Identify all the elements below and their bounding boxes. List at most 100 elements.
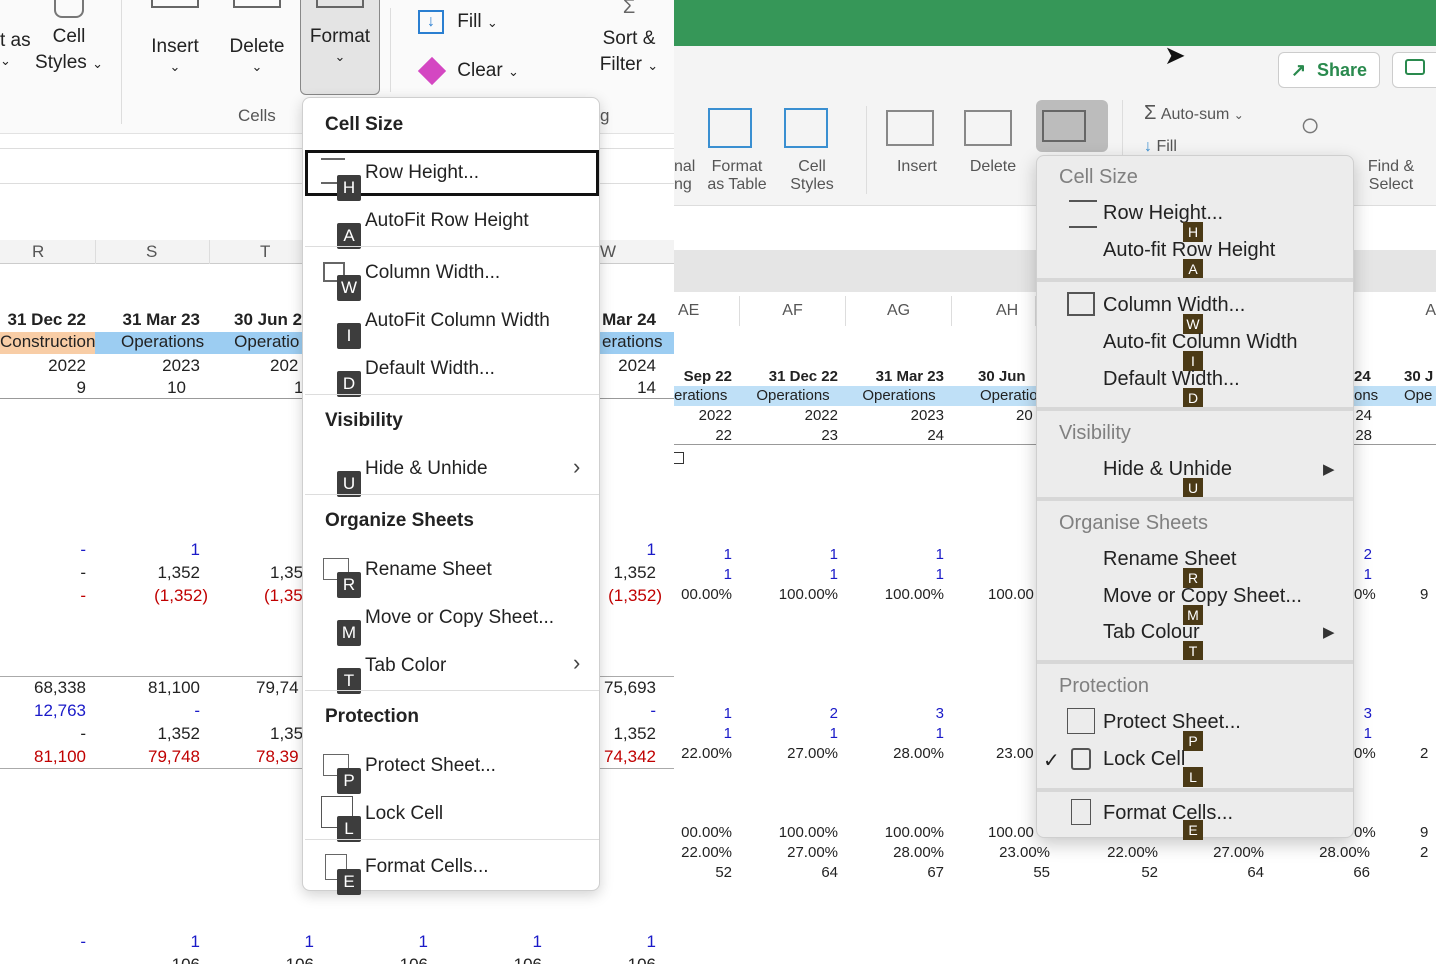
data-cell[interactable]: 28.00% [846,745,944,762]
data-cell[interactable]: 27.00% [740,844,838,861]
data-cell[interactable]: 27.00% [1166,844,1264,861]
data-cell[interactable]: 100.00% [846,586,944,603]
data-cell[interactable]: 1 [442,932,542,952]
data-cell[interactable]: (1,35 [264,586,303,606]
date-cell[interactable]: 31 Mar 23 [100,310,201,330]
cell-styles-button[interactable]: Cell Styles ⌄ [32,0,106,77]
data-cell[interactable]: 78,39 [256,747,302,767]
period-cell[interactable]: 24 [846,427,944,444]
data-cell[interactable]: 64 [1166,864,1264,881]
data-cell[interactable]: 55 [952,864,1050,881]
data-cell[interactable]: 1,352 [100,563,200,583]
data-cell[interactable]: - [0,540,86,560]
data-cell[interactable]: 28.00% [846,844,944,861]
data-cell[interactable]: 100.00 [952,586,1036,603]
column-header-s[interactable]: S [146,242,157,262]
year-cell[interactable]: 2023 [846,407,944,424]
data-cell[interactable]: - [0,932,86,952]
menu-item-tab-color[interactable]: Tab Color [365,655,446,677]
menu-item-column-width[interactable]: Column Width... [1103,294,1245,317]
data-cell[interactable]: 100.00% [740,586,838,603]
cell-styles-button[interactable]: Cell Styles [780,158,844,194]
period-cell[interactable]: 1 [294,378,303,398]
period-cell[interactable]: 10 [100,378,186,398]
period-cell[interactable]: 9 [0,378,86,398]
column-header-partial[interactable]: A [1380,296,1436,326]
data-cell[interactable]: 68,338 [0,678,86,698]
menu-item-move-copy-sheet[interactable]: Move or Copy Sheet... [365,607,554,629]
data-cell[interactable]: 3 [1354,705,1372,722]
column-header-ag[interactable]: AG [846,296,952,326]
data-cell[interactable]: 74,342 [600,747,656,767]
data-cell[interactable]: 2 [1420,844,1436,861]
period-cell[interactable]: 22 [674,427,732,444]
data-cell[interactable]: 1 [846,546,944,563]
phase-cell-operations[interactable]: Operations Operatio [95,332,302,354]
menu-item-rename-sheet[interactable]: Rename Sheet [365,559,492,581]
data-cell[interactable]: 100.00% [740,824,838,841]
date-cell[interactable]: 30 J [1404,368,1436,385]
data-cell[interactable]: 1 [674,725,732,742]
menu-item-autofit-row-height[interactable]: AutoFit Row Height [365,210,529,232]
date-cell[interactable]: 30 Jun [952,368,1036,385]
data-cell[interactable]: 1 [600,540,656,560]
data-cell[interactable]: 79,74 [256,678,302,698]
date-cell[interactable]: Mar 24 [600,310,656,330]
data-cell[interactable]: 0% [1354,745,1376,762]
menu-item-lock-cell[interactable]: Lock Cell [365,803,443,825]
data-cell[interactable]: 106 [100,955,200,964]
data-cell[interactable]: - [600,701,656,721]
menu-item-autofit-column-width[interactable]: AutoFit Column Width [365,310,550,332]
data-cell[interactable]: 1 [328,932,428,952]
menu-item-row-height[interactable]: Row Height... [1103,202,1223,225]
menu-item-default-width[interactable]: Default Width... [1103,368,1240,391]
format-button[interactable] [1036,100,1108,152]
data-cell[interactable]: - [0,724,86,744]
selection-handle[interactable] [674,452,684,464]
data-cell[interactable]: 1 [740,566,838,583]
data-cell[interactable]: 2 [1354,546,1372,563]
data-cell[interactable]: 1 [674,705,732,722]
delete-button[interactable]: Delete ⌄ [222,0,292,74]
data-cell[interactable]: 106 [328,955,428,964]
date-cell[interactable]: 31 Dec 22 [0,310,86,330]
data-cell[interactable]: - [100,701,200,721]
data-cell[interactable]: 28.00% [1272,844,1370,861]
delete-button[interactable]: Delete [956,158,1030,176]
data-cell[interactable]: 1 [846,725,944,742]
date-cell[interactable]: 24 [1354,368,1371,385]
data-cell[interactable]: 1,352 [100,724,200,744]
menu-item-protect-sheet[interactable]: Protect Sheet... [1103,711,1241,734]
column-header-af[interactable]: AF [740,296,846,326]
cond-format-partial[interactable]: nal ng [674,158,696,194]
data-cell[interactable]: 1,352 [600,724,656,744]
column-header-r[interactable]: R [32,242,44,262]
menu-item-protect-sheet[interactable]: Protect Sheet... [365,755,496,777]
autosum-button[interactable]: Σ Auto-sum ⌄ [1144,102,1244,125]
data-cell[interactable]: 1,35 [270,563,303,583]
data-cell[interactable]: 12,763 [0,701,86,721]
menu-item-rename-sheet[interactable]: Rename Sheet [1103,548,1236,571]
data-cell[interactable]: (1,352) [100,586,208,606]
menu-item-hide-unhide[interactable]: Hide & Unhide [1103,458,1232,481]
data-cell[interactable]: 1 [100,540,200,560]
data-cell[interactable]: - [0,586,86,606]
data-cell[interactable]: 67 [846,864,944,881]
sort-filter-button[interactable]: Σ Sort & Filter ⌄ [596,0,662,79]
menu-item-hide-unhide[interactable]: Hide & Unhide [365,458,488,480]
clear-button[interactable]: Clear ⌄ [417,56,519,86]
menu-item-column-width[interactable]: Column Width... [365,262,500,284]
year-cell[interactable]: 2022 [740,407,838,424]
data-cell[interactable]: 22.00% [674,844,732,861]
data-cell[interactable]: 9 [1420,824,1436,841]
data-cell[interactable]: 2 [1420,745,1436,762]
data-cell[interactable]: 106 [214,955,314,964]
phase-cell[interactable]: Ope [1404,387,1436,404]
data-cell[interactable]: 00.00% [674,824,732,841]
phase-cell-construction[interactable]: Construction [0,332,95,354]
data-cell[interactable]: 22.00% [674,745,732,762]
period-cell[interactable]: 23 [740,427,838,444]
data-cell[interactable]: 1 [674,546,732,563]
data-cell[interactable]: 81,100 [0,747,86,767]
column-header-ah[interactable]: AH [952,296,1036,326]
